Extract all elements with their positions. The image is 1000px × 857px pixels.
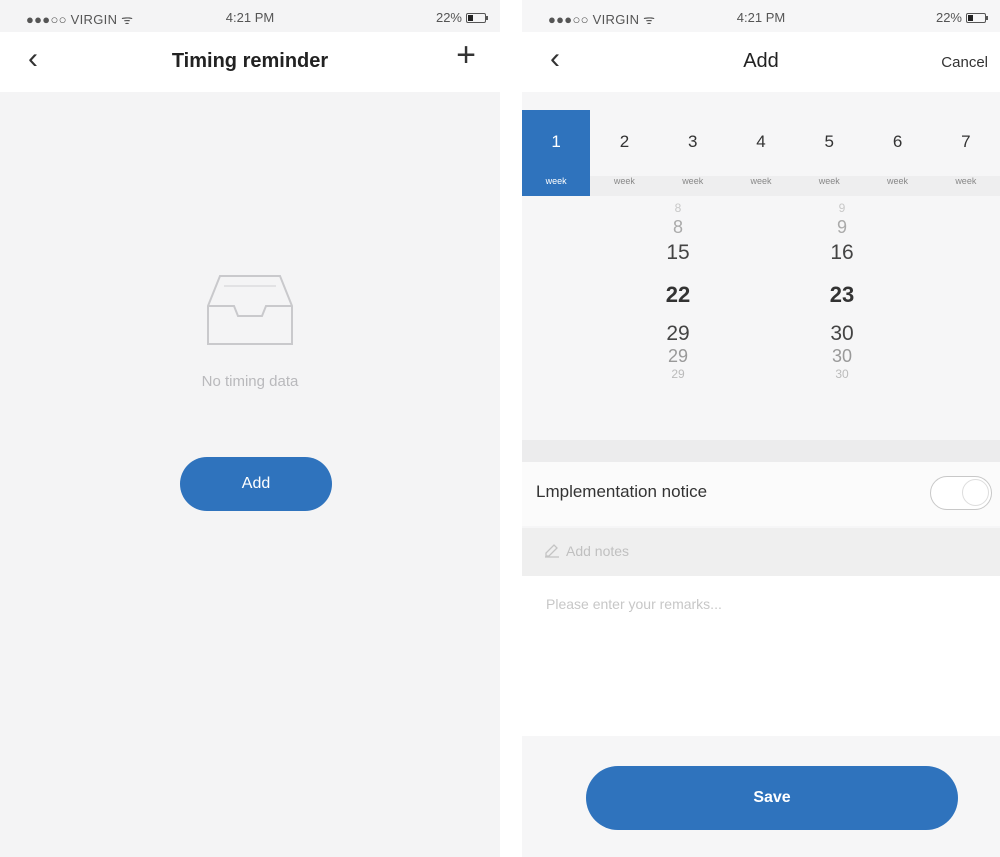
picker-value: 29: [666, 322, 690, 345]
battery-icon: [466, 12, 488, 23]
picker-value: 15: [666, 241, 690, 264]
week-day-3[interactable]: 3 week: [659, 110, 727, 196]
week-day-2[interactable]: 2 week: [590, 110, 658, 196]
battery-percent: 22%: [935, 10, 962, 25]
week-day-number: 4: [756, 132, 766, 151]
battery-icon: [966, 12, 988, 23]
picker-value: 16: [830, 241, 854, 264]
battery-indicator: 22%: [935, 10, 988, 25]
picker-selected-value: 23: [829, 282, 855, 307]
week-day-label: week: [955, 176, 977, 186]
picker-column-2[interactable]: 9 9 16 23 30 30 30: [802, 200, 882, 382]
week-day-7[interactable]: 7 week: [932, 110, 1000, 196]
notes-header: Add notes: [522, 528, 1000, 576]
empty-state: No timing data: [0, 270, 500, 390]
week-day-number: 3: [687, 132, 698, 151]
picker-value: 8: [672, 217, 683, 237]
implementation-notice-row: Lmplementation notice: [522, 462, 1000, 526]
notes-header-label: Add notes: [566, 543, 630, 559]
picker-value: 8: [674, 201, 682, 215]
section-divider: [522, 440, 1000, 462]
cancel-button[interactable]: Cancel: [941, 54, 988, 71]
notice-label: Lmplementation notice: [536, 482, 708, 501]
picker-value: 29: [667, 346, 689, 366]
week-day-number: 5: [824, 132, 834, 151]
week-day-4[interactable]: 4 week: [727, 110, 795, 196]
timing-reminder-screen: ●●●○○ VIRGIN ᯤ 4:21 PM 22% ‹ Timing remi…: [0, 0, 500, 857]
battery-percent: 22%: [435, 10, 462, 25]
picker-value: 30: [831, 346, 853, 366]
week-day-label: week: [682, 176, 704, 186]
page-title: Add: [743, 50, 779, 72]
picker-selected-value: 22: [665, 282, 691, 307]
week-day-label: week: [887, 176, 909, 186]
notice-toggle[interactable]: [930, 476, 992, 510]
add-reminder-screen: ●●●○○ VIRGIN ᯤ 4:21 PM 22% ‹ Add Cancel …: [522, 0, 1000, 857]
status-time: 4:21 PM: [225, 10, 275, 25]
nav-bar: ‹ Add Cancel: [522, 32, 1000, 92]
week-selector: 1 week 2 week 3 week 4 week 5 week 6 wee…: [522, 110, 1000, 196]
week-day-number: 7: [961, 132, 971, 151]
page-title: Timing reminder: [171, 50, 329, 72]
edit-icon: [545, 544, 559, 558]
picker-value: 9: [838, 201, 846, 215]
week-day-5[interactable]: 5 week: [795, 110, 863, 196]
week-day-number: 1: [551, 132, 561, 151]
week-day-label: week: [818, 176, 840, 186]
picker-column-1[interactable]: 8 8 15 22 29 29 29: [638, 200, 718, 382]
toggle-knob: [962, 479, 989, 506]
picker-value: 30: [835, 367, 849, 381]
time-picker[interactable]: 8 8 15 22 29 29 29 9 9 16 23 30 30 30: [522, 200, 1000, 440]
week-day-label: week: [750, 176, 772, 186]
empty-message: No timing data: [201, 373, 299, 390]
status-bar: ●●●○○ VIRGIN ᯤ 4:21 PM 22%: [0, 0, 500, 32]
picker-value: 29: [671, 367, 685, 381]
week-day-number: 2: [619, 132, 630, 151]
save-button[interactable]: Save: [586, 766, 958, 830]
inbox-tray-icon: [207, 275, 293, 345]
week-day-6[interactable]: 6 week: [863, 110, 931, 196]
week-day-label: week: [613, 176, 635, 186]
week-day-number: 6: [892, 132, 903, 151]
remarks-input[interactable]: [522, 576, 1000, 736]
status-bar: ●●●○○ VIRGIN ᯤ 4:21 PM 22%: [522, 0, 1000, 32]
week-day-1[interactable]: 1 week: [522, 110, 591, 196]
week-day-label: week: [545, 176, 567, 186]
picker-value: 9: [836, 217, 847, 237]
status-time: 4:21 PM: [736, 10, 786, 25]
add-button[interactable]: Add: [180, 457, 332, 511]
battery-indicator: 22%: [435, 10, 488, 25]
nav-bar: ‹ Timing reminder +: [0, 32, 500, 92]
add-plus-icon[interactable]: +: [456, 38, 476, 72]
picker-value: 30: [830, 322, 854, 345]
